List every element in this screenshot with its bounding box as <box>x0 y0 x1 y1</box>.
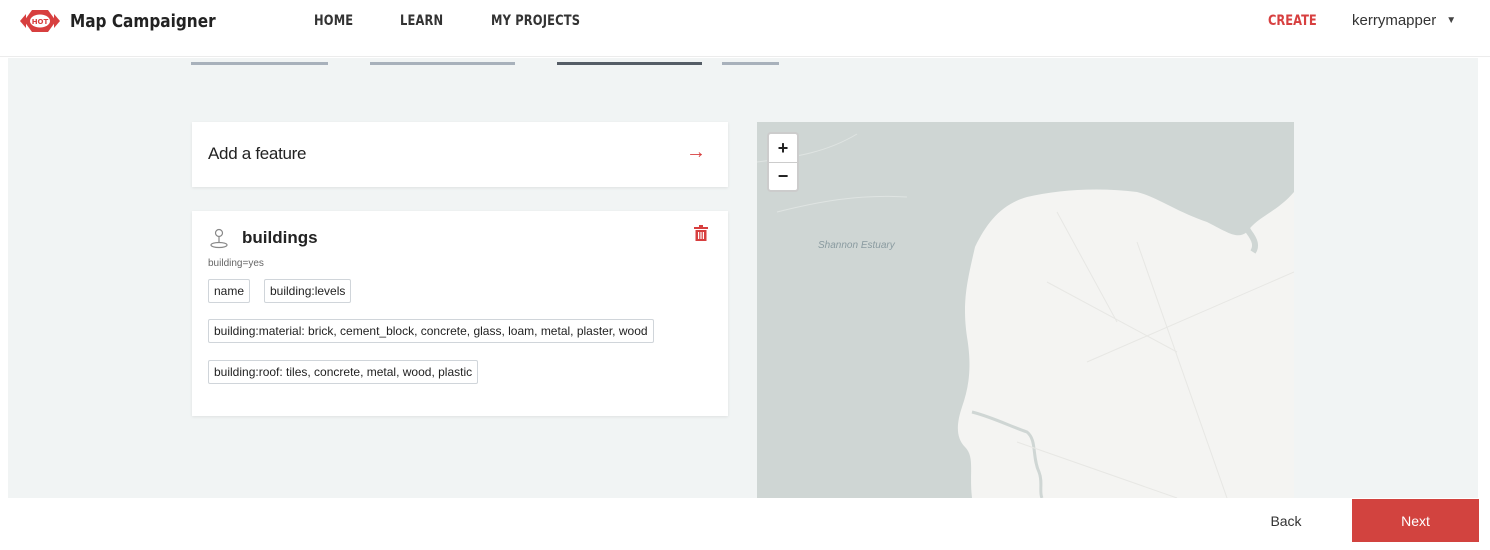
svg-text:HOT: HOT <box>32 18 49 26</box>
arrow-right-icon: → <box>686 141 706 163</box>
add-feature-title: Add a feature <box>208 144 307 163</box>
attribute-tag-name[interactable]: name <box>208 279 251 303</box>
step-1-indicator[interactable] <box>191 62 328 65</box>
zoom-out-button[interactable]: − <box>769 162 797 190</box>
attribute-tag-levels[interactable]: building:levels <box>264 279 352 303</box>
app-title: Map Campaigner <box>70 10 216 32</box>
trash-icon[interactable] <box>694 225 708 241</box>
back-button[interactable]: Back <box>1250 503 1322 539</box>
zoom-controls: + − <box>767 132 799 192</box>
next-button[interactable]: Next <box>1352 499 1479 542</box>
map-label-shannon-estuary: Shannon Estuary <box>818 240 895 251</box>
step-4-indicator[interactable] <box>722 62 779 65</box>
step-progress <box>8 62 1478 66</box>
create-link[interactable]: CREATE <box>1268 13 1317 29</box>
step-3-indicator[interactable] <box>557 62 702 65</box>
map-pin-icon <box>210 228 228 249</box>
add-feature-button[interactable]: Add a feature → <box>192 122 728 187</box>
user-menu[interactable]: kerrymapper ▼ <box>1352 12 1456 29</box>
zoom-in-button[interactable]: + <box>769 134 797 162</box>
feature-card: buildings building=yes name building:lev… <box>192 211 728 416</box>
step-2-indicator[interactable] <box>370 62 515 65</box>
attribute-tag-roof[interactable]: building:roof: tiles, concrete, metal, w… <box>208 360 479 384</box>
feature-name: buildings <box>242 228 318 247</box>
main-content: Add a feature → buildings building=yes n… <box>8 58 1478 498</box>
map-view[interactable]: Shannon Estuary + − <box>757 122 1294 498</box>
caret-down-icon: ▼ <box>1446 15 1457 26</box>
username: kerrymapper <box>1352 12 1437 29</box>
nav-home[interactable]: HOME <box>314 13 353 29</box>
main-nav: HOME LEARN MY PROJECTS <box>314 13 638 29</box>
hot-logo-icon: HOT <box>20 10 60 32</box>
top-navbar: HOT Map Campaigner HOME LEARN MY PROJECT… <box>0 0 1490 57</box>
logo[interactable]: HOT Map Campaigner <box>20 8 241 34</box>
feature-osm-tag: building=yes <box>208 258 264 269</box>
nav-learn[interactable]: LEARN <box>400 13 443 29</box>
nav-my-projects[interactable]: MY PROJECTS <box>491 13 580 29</box>
map-tiles <box>757 122 1294 498</box>
attribute-tag-material[interactable]: building:material: brick, cement_block, … <box>208 319 654 343</box>
